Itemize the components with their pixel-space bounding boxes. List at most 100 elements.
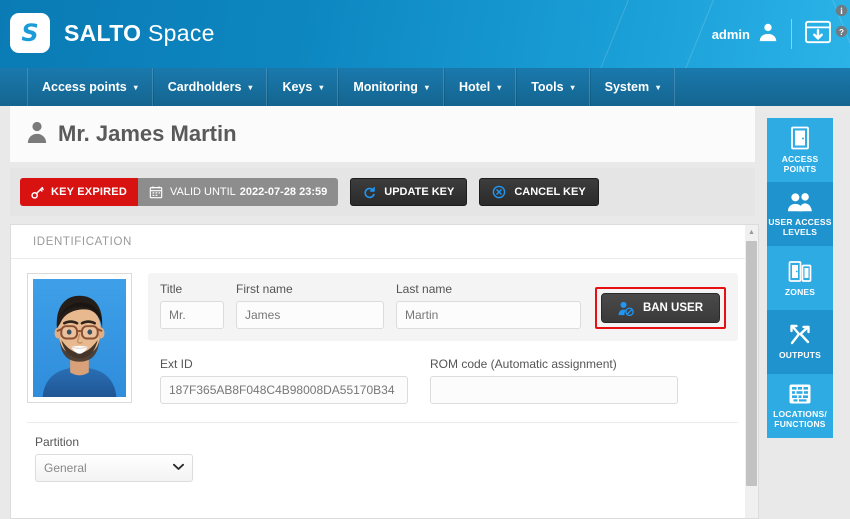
sidebar-item-user-access-levels[interactable]: USER ACCESS LEVELS bbox=[767, 182, 833, 246]
rom-code-label: ROM code (Automatic assignment) bbox=[430, 357, 617, 371]
nav-label: Access points bbox=[42, 80, 127, 94]
brand-name-secondary: Space bbox=[148, 19, 215, 46]
right-sidebar: ACCESS POINTS USER ACCESS LEVELS ZONES O… bbox=[767, 118, 833, 438]
app-header: S SALTO Space admin i ? bbox=[0, 0, 850, 68]
chevron-down-icon: ▾ bbox=[248, 82, 253, 92]
sidebar-label: ZONES bbox=[784, 286, 816, 297]
page-title: Mr. James Martin bbox=[58, 121, 237, 146]
nav-item-hotel[interactable]: Hotel ▾ bbox=[443, 68, 517, 106]
chevron-down-icon: ▾ bbox=[319, 82, 324, 92]
admin-label: admin bbox=[711, 26, 750, 42]
ban-user-highlight: BAN USER bbox=[594, 287, 726, 329]
header-help-icons: i ? bbox=[835, 4, 848, 43]
ban-user-button[interactable]: BAN USER bbox=[600, 293, 720, 323]
nav-label: Keys bbox=[282, 80, 313, 94]
chevron-down-icon: ▾ bbox=[497, 82, 502, 92]
nav-label: Cardholders bbox=[167, 80, 242, 94]
brand-title: SALTO Space bbox=[64, 20, 215, 47]
name-fields-row: Title Mr. First name James Last name Mar… bbox=[148, 273, 738, 341]
user-icon[interactable] bbox=[757, 21, 779, 48]
key-status-group: KEY EXPIRED VALID UNTIL 2022-07-28 23:59 bbox=[20, 178, 339, 206]
ids-row: Ext ID 187F365AB8F048C4B98008DA55170B34 … bbox=[148, 357, 738, 404]
chevron-down-icon: ▾ bbox=[656, 82, 661, 92]
title-field-group: Title Mr. bbox=[160, 282, 224, 329]
fields-area: Title Mr. First name James Last name Mar… bbox=[148, 273, 738, 404]
person-icon bbox=[26, 120, 48, 149]
partition-label: Partition bbox=[35, 435, 80, 449]
rom-code-field-group: ROM code (Automatic assignment) bbox=[430, 357, 678, 404]
last-name-input[interactable]: Martin bbox=[396, 301, 581, 329]
first-name-field-group: First name James bbox=[236, 282, 384, 329]
update-key-button[interactable]: UPDATE KEY bbox=[350, 178, 468, 206]
identification-panel: IDENTIFICATION Title Mr. First name Jame… bbox=[10, 224, 755, 519]
sidebar-label: LOCATIONS/ FUNCTIONS bbox=[773, 409, 827, 429]
partition-field-group: Partition General bbox=[11, 423, 754, 482]
sidebar-item-access-points[interactable]: ACCESS POINTS bbox=[767, 118, 833, 182]
valid-until-badge: VALID UNTIL 2022-07-28 23:59 bbox=[137, 178, 339, 206]
brand-logo[interactable]: S SALTO Space bbox=[10, 13, 215, 53]
sidebar-label: USER ACCESS LEVELS bbox=[768, 217, 832, 237]
key-expired-label: KEY EXPIRED bbox=[51, 186, 127, 198]
calendar-icon bbox=[149, 185, 163, 199]
ext-id-label: Ext ID bbox=[160, 357, 193, 371]
identification-section-title: IDENTIFICATION bbox=[11, 225, 754, 259]
nav-item-tools[interactable]: Tools ▾ bbox=[516, 68, 590, 106]
cancel-key-button[interactable]: CANCEL KEY bbox=[479, 178, 599, 206]
valid-until-value: 2022-07-28 23:59 bbox=[239, 186, 328, 198]
chevron-down-icon: ▾ bbox=[424, 82, 429, 92]
partition-select[interactable]: General bbox=[35, 454, 193, 482]
nav-label: Tools bbox=[531, 80, 564, 94]
sidebar-item-locations-functions[interactable]: LOCATIONS/ FUNCTIONS bbox=[767, 374, 833, 438]
nav-item-monitoring[interactable]: Monitoring ▾ bbox=[338, 68, 444, 106]
nav-label: System bbox=[604, 80, 650, 94]
sidebar-label: ACCESS POINTS bbox=[781, 154, 819, 174]
sidebar-item-outputs[interactable]: OUTPUTS bbox=[767, 310, 833, 374]
content-scrollbar[interactable]: ▲ bbox=[745, 224, 759, 519]
nav-item-system[interactable]: System ▾ bbox=[589, 68, 676, 106]
nav-label: Hotel bbox=[458, 80, 491, 94]
cancel-circle-icon bbox=[492, 185, 506, 199]
download-window-icon[interactable] bbox=[804, 20, 832, 49]
update-key-label: UPDATE KEY bbox=[384, 186, 455, 198]
scroll-up-arrow-icon[interactable]: ▲ bbox=[745, 225, 758, 239]
nav-item-access-points[interactable]: Access points ▾ bbox=[27, 68, 153, 106]
main-navigation: Access points ▾ Cardholders ▾ Keys ▾ Mon… bbox=[0, 68, 850, 106]
ban-user-icon bbox=[618, 301, 634, 316]
users-icon bbox=[787, 191, 813, 213]
chevron-down-icon: ▾ bbox=[133, 82, 138, 92]
sidebar-item-zones[interactable]: ZONES bbox=[767, 246, 833, 310]
cardholder-photo bbox=[33, 279, 126, 397]
key-expired-badge: KEY EXPIRED bbox=[20, 178, 138, 206]
ext-id-input[interactable]: 187F365AB8F048C4B98008DA55170B34 bbox=[160, 376, 408, 404]
ban-user-label: BAN USER bbox=[642, 302, 703, 314]
scrollbar-thumb[interactable] bbox=[746, 241, 757, 486]
key-status-bar: KEY EXPIRED VALID UNTIL 2022-07-28 23:59 bbox=[10, 168, 755, 216]
refresh-icon bbox=[363, 186, 376, 199]
svg-text:?: ? bbox=[839, 28, 844, 37]
locations-icon bbox=[788, 383, 812, 405]
outputs-icon bbox=[788, 324, 812, 346]
help-icon[interactable]: ? bbox=[835, 25, 848, 43]
header-actions: admin bbox=[712, 16, 832, 52]
salto-logo-mark: S bbox=[10, 13, 50, 53]
avatar[interactable] bbox=[27, 273, 132, 403]
title-label: Title bbox=[160, 282, 183, 296]
chevron-down-icon bbox=[173, 455, 184, 481]
key-icon bbox=[31, 186, 44, 199]
page-title-bar: Mr. James Martin bbox=[10, 106, 755, 162]
rom-code-input[interactable] bbox=[430, 376, 678, 404]
first-name-input[interactable]: James bbox=[236, 301, 384, 329]
valid-until-label: VALID UNTIL bbox=[169, 186, 236, 198]
nav-item-keys[interactable]: Keys ▾ bbox=[267, 68, 339, 106]
ext-id-field-group: Ext ID 187F365AB8F048C4B98008DA55170B34 bbox=[160, 357, 408, 404]
title-input[interactable]: Mr. bbox=[160, 301, 224, 329]
chevron-down-icon: ▾ bbox=[570, 82, 575, 92]
door-icon bbox=[789, 126, 811, 150]
logo-letter: S bbox=[21, 19, 39, 47]
brand-name-primary: SALTO bbox=[64, 19, 142, 46]
nav-label: Monitoring bbox=[353, 80, 418, 94]
cancel-key-label: CANCEL KEY bbox=[514, 186, 586, 198]
nav-item-cardholders[interactable]: Cardholders ▾ bbox=[152, 68, 268, 106]
first-name-label: First name bbox=[236, 282, 293, 296]
info-icon[interactable]: i bbox=[835, 4, 848, 22]
